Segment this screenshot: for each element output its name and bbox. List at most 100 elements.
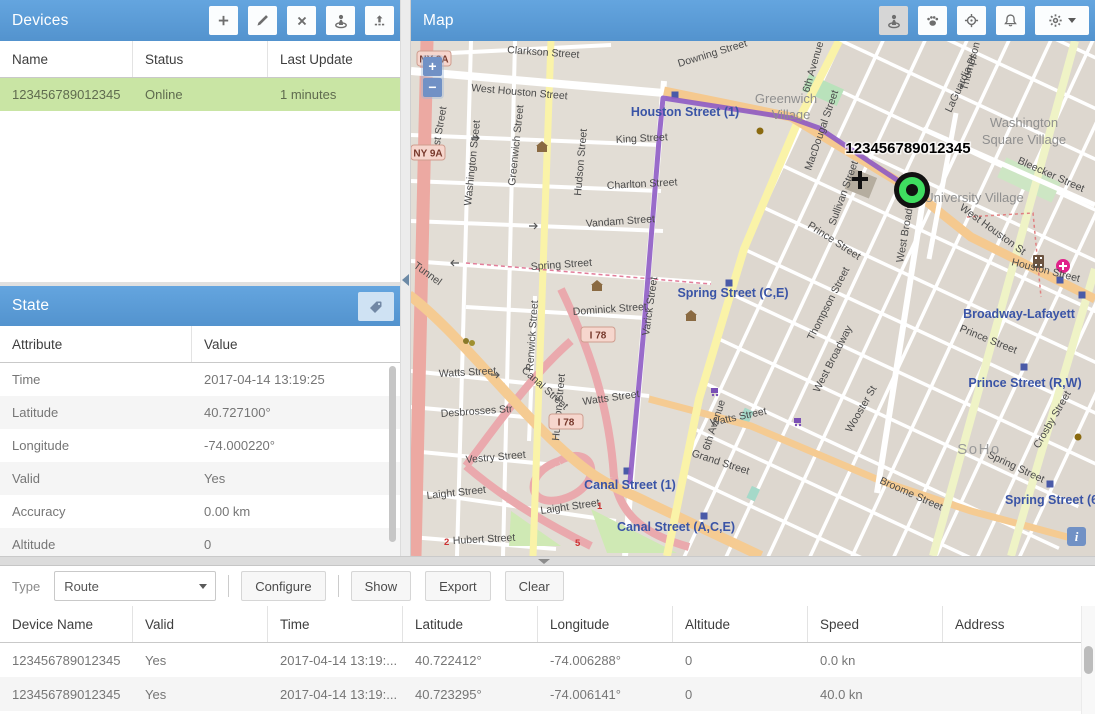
zoom-in-button[interactable]: + <box>423 57 442 76</box>
state-header: State <box>0 286 400 326</box>
column-header[interactable]: Value <box>192 326 400 362</box>
map-street-label: Spring Street (6 <box>1005 493 1095 507</box>
subway-entrance-icon <box>1021 364 1028 371</box>
column-header[interactable]: Altitude <box>673 606 808 642</box>
map-image[interactable]: Clarkson StreetDowning StreetWest Housto… <box>411 41 1095 556</box>
pencil-icon <box>255 13 270 28</box>
column-header[interactable]: Address <box>943 606 1081 642</box>
state-panel: State Attribute Value Time2017-04-14 13:… <box>0 286 400 556</box>
road-shield-label: NY 9A <box>413 149 442 160</box>
column-header[interactable]: Speed <box>808 606 943 642</box>
map-street-label: Houston Street (1) <box>631 105 739 119</box>
clear-button[interactable]: Clear <box>505 571 564 601</box>
devices-table-header: Name Status Last Update <box>0 41 400 78</box>
type-label: Type <box>12 579 40 594</box>
collapse-left-icon[interactable] <box>402 274 409 286</box>
cross-icon <box>295 14 309 28</box>
devices-title: Devices <box>12 12 69 30</box>
column-header[interactable]: Latitude <box>403 606 538 642</box>
zoom-out-button[interactable]: − <box>423 78 442 97</box>
remove-device-button[interactable] <box>287 6 316 35</box>
plus-icon <box>216 13 231 28</box>
chevron-down-icon <box>1068 18 1076 23</box>
show-button[interactable]: Show <box>351 571 412 601</box>
route-row[interactable]: 123456789012345Yes 2017-04-14 13:19:...4… <box>0 677 1081 711</box>
export-button[interactable]: Export <box>425 571 491 601</box>
tag-icon <box>368 299 384 315</box>
person-pin-icon <box>333 13 349 29</box>
device-row-selected[interactable]: 123456789012345 Online 1 minutes <box>0 78 400 111</box>
map-street-label: Broadway-Lafayett <box>963 307 1076 321</box>
column-header[interactable]: Valid <box>133 606 268 642</box>
toolbar-separator <box>228 575 229 597</box>
settings-menu-button[interactable] <box>1035 6 1089 35</box>
map-street-label: 2 <box>444 537 449 548</box>
column-header[interactable]: Time <box>268 606 403 642</box>
follow-device-button[interactable] <box>879 6 908 35</box>
edit-device-button[interactable] <box>248 6 277 35</box>
state-row[interactable]: ValidYes <box>0 462 400 495</box>
attribution-info-button[interactable]: i <box>1067 527 1086 546</box>
state-scrollbar-thumb[interactable] <box>389 366 396 542</box>
state-table-header: Attribute Value <box>0 326 400 363</box>
route-table-scrollbar[interactable] <box>1081 606 1095 714</box>
subway-entrance-icon <box>701 513 708 520</box>
crosshair-icon <box>964 13 979 28</box>
column-header[interactable]: Last Update <box>268 41 400 77</box>
column-header[interactable]: Name <box>0 41 133 77</box>
device-marker-label: 123456789012345 <box>845 140 970 157</box>
map-street-label: Greenwich <box>755 91 817 106</box>
traccar-app: Devices Name Status Last Update 12345678… <box>0 0 1095 714</box>
state-row[interactable]: Time2017-04-14 13:19:25 <box>0 363 400 396</box>
flame-icon <box>757 128 764 135</box>
map-street-label: Village <box>772 107 811 122</box>
vertical-splitter[interactable] <box>400 0 411 556</box>
map-street-label: 5 <box>575 538 581 549</box>
upload-icon <box>372 13 387 28</box>
map-street-label: 1 <box>597 501 603 512</box>
flame-icon <box>1075 434 1082 441</box>
reports-panel: Type Route Configure Show Export Clear D… <box>0 566 1095 714</box>
device-marker[interactable] <box>897 175 928 206</box>
map-street-label: Spring Street (C,E) <box>677 286 788 300</box>
column-header[interactable]: Attribute <box>0 326 192 362</box>
reports-toolbar: Type Route Configure Show Export Clear <box>0 566 1095 606</box>
device-status-cell: Online <box>133 87 268 102</box>
map-zoom-control: + − <box>421 55 444 99</box>
column-header[interactable]: Longitude <box>538 606 673 642</box>
locate-button[interactable] <box>957 6 986 35</box>
map-panel: Map <box>411 0 1095 556</box>
devices-header: Devices <box>0 0 400 41</box>
collapse-down-icon[interactable] <box>538 559 550 564</box>
scrollbar-thumb[interactable] <box>1084 646 1093 674</box>
state-row[interactable]: Accuracy0.00 km <box>0 495 400 528</box>
subway-entrance-icon <box>1079 292 1086 299</box>
geofences-button[interactable] <box>326 6 355 35</box>
subway-entrance-icon <box>1047 481 1054 488</box>
report-type-select[interactable]: Route <box>54 571 216 601</box>
route-table-header: Device Name Valid Time Latitude Longitud… <box>0 606 1081 643</box>
bell-icon <box>1003 13 1018 28</box>
state-row[interactable]: Altitude0 <box>0 528 400 556</box>
map-street-label: Canal Street (A,C,E) <box>617 520 735 534</box>
map-title: Map <box>423 12 454 30</box>
attributes-tag-button[interactable] <box>358 292 394 321</box>
route-row[interactable]: 123456789012345Yes 2017-04-14 13:19:...4… <box>0 643 1081 677</box>
notifications-button[interactable] <box>996 6 1025 35</box>
animal-tracks-button[interactable] <box>918 6 947 35</box>
map-street-label: SoHo <box>957 441 1001 458</box>
upload-button[interactable] <box>365 6 394 35</box>
state-row[interactable]: Longitude-74.000220° <box>0 429 400 462</box>
person-pin-icon <box>886 13 902 29</box>
configure-button[interactable]: Configure <box>241 571 325 601</box>
map-canvas[interactable]: Clarkson StreetDowning StreetWest Housto… <box>411 41 1095 556</box>
column-header[interactable]: Device Name <box>0 606 133 642</box>
road-shield-label: I 78 <box>590 331 607 342</box>
add-device-button[interactable] <box>209 6 238 35</box>
device-name-cell: 123456789012345 <box>0 87 133 102</box>
horizontal-splitter[interactable] <box>0 556 1095 566</box>
device-lastupdate-cell: 1 minutes <box>268 87 400 102</box>
chevron-down-icon <box>199 584 207 589</box>
column-header[interactable]: Status <box>133 41 268 77</box>
state-row[interactable]: Latitude40.727100° <box>0 396 400 429</box>
